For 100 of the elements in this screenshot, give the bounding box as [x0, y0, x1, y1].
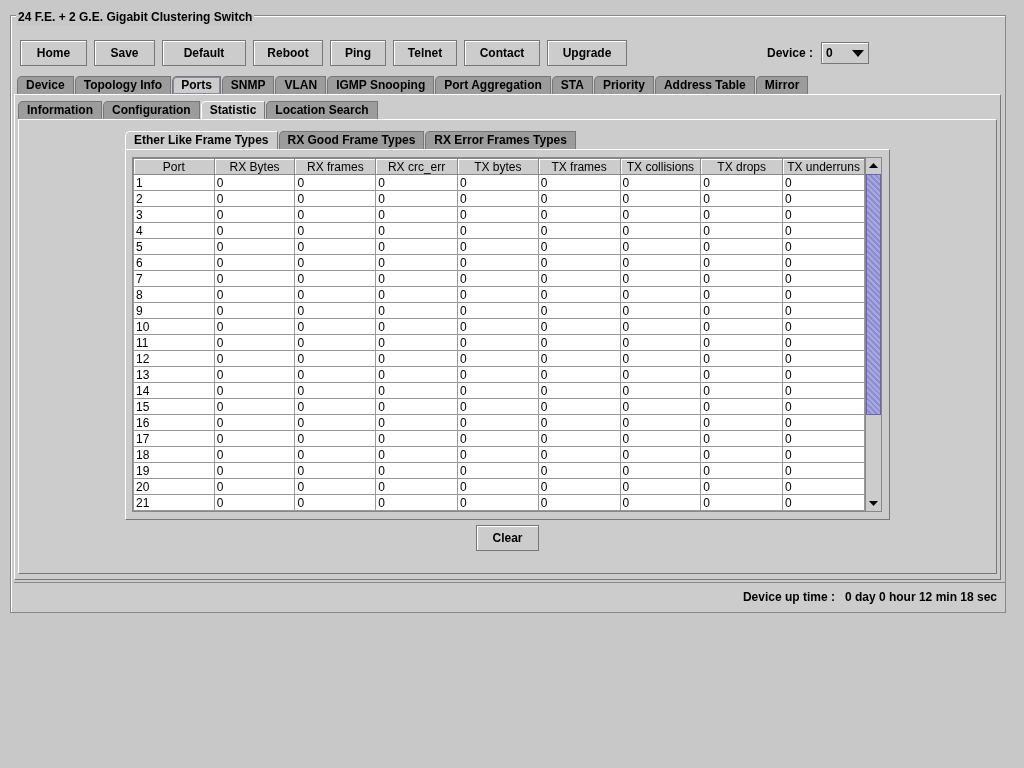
table-cell: 0	[214, 334, 295, 351]
tab[interactable]: RX Good Frame Types	[278, 131, 425, 149]
table-cell: 0	[620, 366, 701, 383]
table-cell: 0	[375, 286, 458, 303]
table-cell: 0	[538, 238, 620, 255]
toolbar-button[interactable]: Contact	[464, 40, 540, 66]
tab[interactable]: Priority	[593, 76, 654, 94]
table-cell: 0	[375, 446, 458, 463]
tab[interactable]: Statistic	[200, 101, 266, 119]
table-cell: 0	[214, 478, 295, 495]
table-cell: 0	[214, 494, 295, 511]
tab[interactable]: Information	[18, 101, 102, 119]
table-cell: 0	[457, 334, 539, 351]
table-cell: 0	[375, 174, 458, 191]
table-cell: 0	[700, 318, 783, 335]
table-cell: 0	[538, 318, 620, 335]
table-cell: 0	[538, 350, 620, 367]
table-cell: 0	[782, 190, 865, 207]
column-header[interactable]: TX collisions	[620, 158, 701, 175]
tab[interactable]: STA	[551, 76, 593, 94]
table-cell: 0	[700, 174, 783, 191]
table-cell: 0	[538, 366, 620, 383]
scrollbar-thumb[interactable]	[866, 174, 881, 415]
tab[interactable]: Configuration	[103, 101, 200, 119]
table-cell: 0	[375, 302, 458, 319]
table-cell: 2	[133, 190, 215, 207]
table-cell: 0	[620, 206, 701, 223]
table-cell: 0	[375, 478, 458, 495]
tab[interactable]: Ports	[172, 76, 221, 94]
table-cell: 0	[620, 478, 701, 495]
table-cell: 0	[214, 238, 295, 255]
table-cell: 0	[538, 254, 620, 271]
device-dropdown[interactable]: 0	[821, 42, 869, 64]
toolbar-button[interactable]: Save	[94, 40, 155, 66]
column-header[interactable]: TX bytes	[457, 158, 539, 175]
tab[interactable]: VLAN	[275, 76, 327, 94]
toolbar-button[interactable]: Home	[20, 40, 87, 66]
table-cell: 0	[700, 382, 783, 399]
tab[interactable]: IGMP Snooping	[327, 76, 435, 94]
tab[interactable]: RX Error Frames Types	[425, 131, 576, 149]
table-cell: 14	[133, 382, 215, 399]
table-cell: 0	[700, 446, 783, 463]
table-cell: 0	[294, 318, 376, 335]
table-cell: 0	[700, 478, 783, 495]
uptime-label: Device up time :	[742, 588, 835, 606]
table-cell: 0	[457, 366, 539, 383]
table-cell: 0	[782, 494, 865, 511]
device-label: Device :	[766, 45, 813, 62]
toolbar-button[interactable]: Telnet	[393, 40, 457, 66]
toolbar-button[interactable]: Ping	[330, 40, 386, 66]
table-cell: 9	[133, 302, 215, 319]
table-cell: 20	[133, 478, 215, 495]
column-header[interactable]: TX underruns	[782, 158, 865, 175]
table-cell: 0	[782, 286, 865, 303]
table-cell: 0	[782, 430, 865, 447]
table-cell: 0	[457, 270, 539, 287]
tab[interactable]: Ether Like Frame Types	[125, 131, 278, 149]
tab[interactable]: Location Search	[266, 101, 378, 119]
table-cell: 0	[700, 414, 783, 431]
clear-button[interactable]: Clear	[476, 525, 539, 551]
tab[interactable]: Port Aggregation	[435, 76, 551, 94]
table-cell: 0	[620, 302, 701, 319]
toolbar-button[interactable]: Upgrade	[547, 40, 627, 66]
tab[interactable]: Address Table	[654, 76, 755, 94]
table-cell: 0	[294, 270, 376, 287]
tab[interactable]: SNMP	[221, 76, 275, 94]
table-cell: 0	[457, 478, 539, 495]
table-cell: 0	[375, 382, 458, 399]
table-cell: 0	[214, 366, 295, 383]
table-cell: 0	[700, 206, 783, 223]
table-cell: 10	[133, 318, 215, 335]
column-header[interactable]: RX crc_err	[375, 158, 458, 175]
table-cell: 0	[457, 302, 539, 319]
table-cell: 7	[133, 270, 215, 287]
table-cell: 0	[782, 478, 865, 495]
column-header[interactable]: Port	[133, 158, 215, 175]
table-cell: 0	[620, 222, 701, 239]
table-cell: 0	[782, 382, 865, 399]
table-cell: 0	[620, 350, 701, 367]
column-header[interactable]: TX drops	[700, 158, 783, 175]
table-cell: 0	[538, 478, 620, 495]
table-cell: 0	[538, 190, 620, 207]
column-header[interactable]: RX frames	[294, 158, 376, 175]
tab[interactable]: Mirror	[755, 76, 809, 94]
table-cell: 0	[457, 174, 539, 191]
table-cell: 0	[457, 286, 539, 303]
column-header[interactable]: TX frames	[538, 158, 620, 175]
table-cell: 0	[457, 494, 539, 511]
toolbar-button[interactable]: Default	[162, 40, 246, 66]
tab[interactable]: Device	[17, 76, 74, 94]
table-cell: 0	[782, 206, 865, 223]
table-cell: 0	[294, 494, 376, 511]
tab[interactable]: Topology Info	[74, 76, 172, 94]
table-cell: 5	[133, 238, 215, 255]
column-header[interactable]: RX Bytes	[214, 158, 295, 175]
table-cell: 0	[457, 430, 539, 447]
vertical-scrollbar[interactable]	[865, 158, 881, 511]
toolbar-button[interactable]: Reboot	[253, 40, 323, 66]
table-cell: 0	[214, 398, 295, 415]
table-cell: 0	[620, 270, 701, 287]
